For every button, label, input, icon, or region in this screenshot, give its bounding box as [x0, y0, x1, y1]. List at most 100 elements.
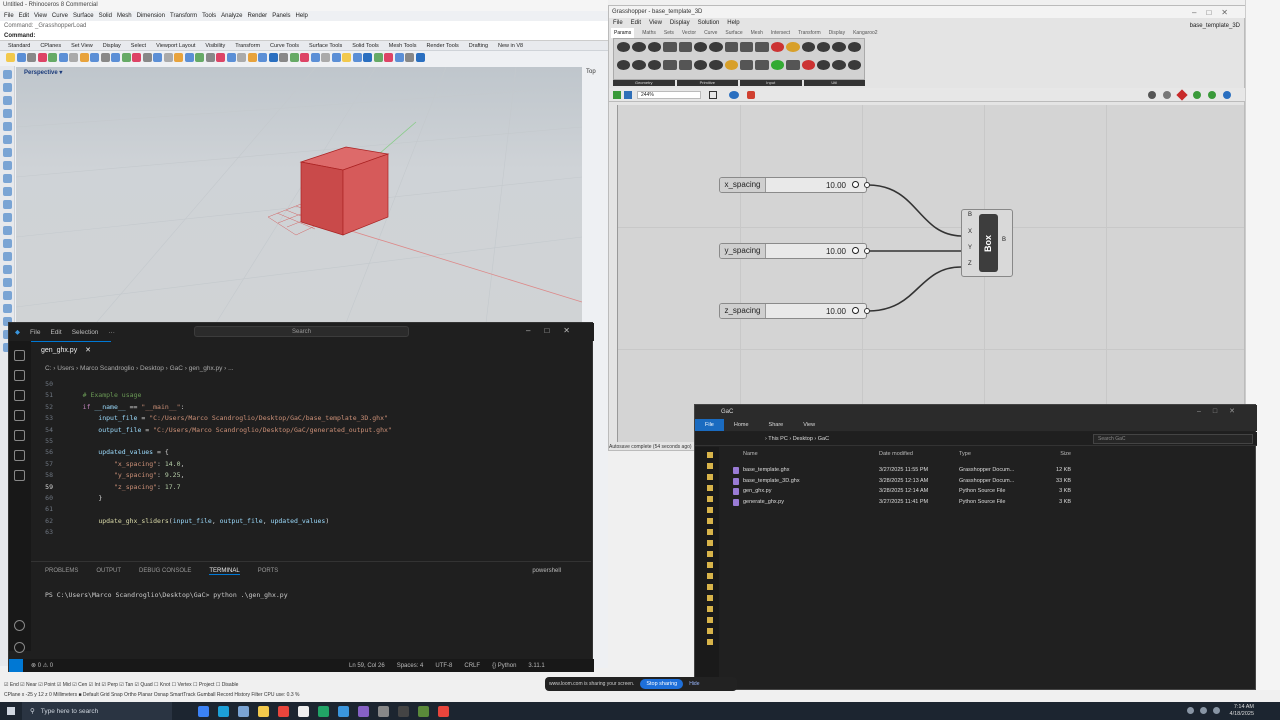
source-control-icon[interactable]	[14, 390, 25, 401]
code-line[interactable]: 50	[31, 379, 571, 390]
toolbar-tool-icon[interactable]	[384, 53, 393, 62]
vscode-menu-item[interactable]: Edit	[50, 329, 61, 336]
gh-menu-view[interactable]: View	[649, 18, 662, 28]
toolbar-tool-icon[interactable]	[58, 53, 68, 62]
file-explorer-icon[interactable]	[258, 705, 269, 717]
toolbar-tool-icon[interactable]	[331, 53, 341, 62]
component-icon[interactable]	[724, 42, 738, 52]
stop-sharing-button[interactable]: Stop sharing	[640, 679, 684, 689]
toolbar-tool-icon[interactable]	[300, 53, 309, 62]
manage-gear-icon[interactable]	[14, 642, 25, 653]
component-icon[interactable]	[647, 42, 662, 52]
side-tool-icon[interactable]	[3, 291, 12, 300]
component-icon[interactable]	[740, 60, 754, 70]
side-tool-icon[interactable]	[3, 239, 12, 248]
folder-icon[interactable]	[707, 496, 713, 502]
component-icon[interactable]	[709, 42, 723, 52]
zoom-field[interactable]: 244%	[637, 91, 701, 99]
panel-tab-terminal[interactable]: TERMINAL	[209, 568, 240, 575]
visual-studio-icon[interactable]	[358, 705, 369, 717]
component-icon[interactable]	[847, 60, 861, 70]
slider-x-spacing[interactable]: x_spacing 10.00	[719, 177, 870, 193]
code-text[interactable]: if __name__ == "__main__":	[67, 402, 185, 413]
folder-icon[interactable]	[707, 452, 713, 458]
hide-button[interactable]: Hide	[689, 681, 699, 687]
code-line[interactable]: 61	[31, 504, 571, 515]
folder-icon[interactable]	[707, 474, 713, 480]
slider-knob[interactable]	[852, 247, 859, 254]
folder-icon[interactable]	[707, 584, 713, 590]
side-tool-icon[interactable]	[3, 304, 12, 313]
toolbar-tool-icon[interactable]	[79, 53, 89, 62]
gh-menu-solution[interactable]: Solution	[698, 18, 720, 28]
status-item[interactable]: UTF-8	[435, 663, 452, 669]
rhino-tab[interactable]: Display	[103, 41, 121, 50]
side-tool-icon[interactable]	[3, 83, 12, 92]
component-icon[interactable]	[816, 60, 831, 70]
explorer-window-controls[interactable]: –□✕	[1197, 407, 1247, 415]
panel-tab-debug-console[interactable]: DEBUG CONSOLE	[139, 568, 191, 575]
file-row[interactable]: generate_ghx.py 3/27/2025 11:41 PM Python …	[731, 497, 1251, 507]
column-header[interactable]: Name	[731, 451, 879, 461]
ribbon-tab-share[interactable]: Share	[759, 419, 794, 431]
toolbar-tool-icon[interactable]	[415, 53, 425, 62]
excel-icon[interactable]	[318, 705, 329, 717]
toolbar-tool-icon[interactable]	[142, 53, 152, 62]
side-tool-icon[interactable]	[3, 174, 12, 183]
component-icon[interactable]	[847, 42, 861, 52]
open-icon[interactable]	[613, 91, 621, 99]
component-icon[interactable]	[663, 42, 677, 52]
viewport-label[interactable]: Perspective ▾	[24, 69, 62, 76]
code-text[interactable]: updated_values = {	[67, 447, 168, 458]
side-tool-icon[interactable]	[3, 252, 12, 261]
toolbar-tool-icon[interactable]	[258, 53, 267, 62]
output-port[interactable]	[864, 308, 870, 314]
output-b[interactable]: B	[1002, 237, 1006, 243]
component-icon[interactable]	[632, 42, 646, 52]
rhino-tab[interactable]: Render Tools	[426, 41, 458, 50]
status-item[interactable]: 3.11.1	[528, 663, 544, 669]
mesh-preview-icon[interactable]	[1208, 91, 1216, 99]
explorer-search[interactable]: Search GaC	[1093, 434, 1253, 444]
toolbar-tool-icon[interactable]	[310, 53, 320, 62]
slider-z-spacing[interactable]: z_spacing 10.00	[719, 303, 870, 319]
rhino-tab[interactable]: Viewport Layout	[156, 41, 195, 50]
folder-icon[interactable]	[707, 463, 713, 469]
folder-icon[interactable]	[707, 628, 713, 634]
code-line[interactable]: 55	[31, 436, 571, 447]
preview-eye-icon[interactable]	[729, 91, 739, 99]
code-text[interactable]: "z_spacing": 17.7	[67, 482, 181, 493]
gh-window-controls[interactable]: –□✕	[1192, 8, 1238, 17]
search-icon[interactable]	[14, 370, 25, 381]
toolbar-tool-icon[interactable]	[373, 53, 383, 62]
vscode-menu-item[interactable]: Selection	[72, 329, 99, 336]
component-icon[interactable]	[816, 42, 831, 52]
folder-icon[interactable]	[707, 573, 713, 579]
remote-icon[interactable]	[14, 450, 25, 461]
input-x[interactable]: X	[968, 229, 972, 235]
component-icon[interactable]	[678, 60, 692, 70]
side-tool-icon[interactable]	[3, 265, 12, 274]
rhino-tab[interactable]: Solid Tools	[352, 41, 379, 50]
folder-icon[interactable]	[707, 507, 713, 513]
folder-icon[interactable]	[707, 606, 713, 612]
code-line[interactable]: 57 "x_spacing": 14.0,	[31, 459, 571, 470]
side-tool-icon[interactable]	[3, 122, 12, 131]
component-icon[interactable]	[786, 60, 800, 70]
rhino-tab[interactable]: Curve Tools	[270, 41, 299, 50]
gh-tab[interactable]: Maths	[642, 28, 656, 38]
rhino-tab[interactable]: New in V8	[498, 41, 523, 50]
explorer-icon[interactable]	[14, 350, 25, 361]
vscode-icon[interactable]	[338, 705, 349, 717]
code-line[interactable]: 53 input_file = "C:/Users/Marco Scandrog…	[31, 413, 571, 424]
gh-tab[interactable]: Curve	[704, 28, 717, 38]
toolbar-tool-icon[interactable]	[6, 53, 15, 62]
rhino-tab[interactable]: Transform	[235, 41, 260, 50]
chrome-icon[interactable]	[278, 705, 289, 717]
start-button[interactable]	[0, 702, 22, 720]
terminal-shell-label[interactable]: powershell	[532, 568, 561, 574]
folder-icon[interactable]	[707, 551, 713, 557]
gh-tab[interactable]: Display	[829, 28, 845, 38]
status-item[interactable]: {} Python	[492, 663, 516, 669]
rhino-menu-surface[interactable]: Surface	[73, 11, 94, 21]
